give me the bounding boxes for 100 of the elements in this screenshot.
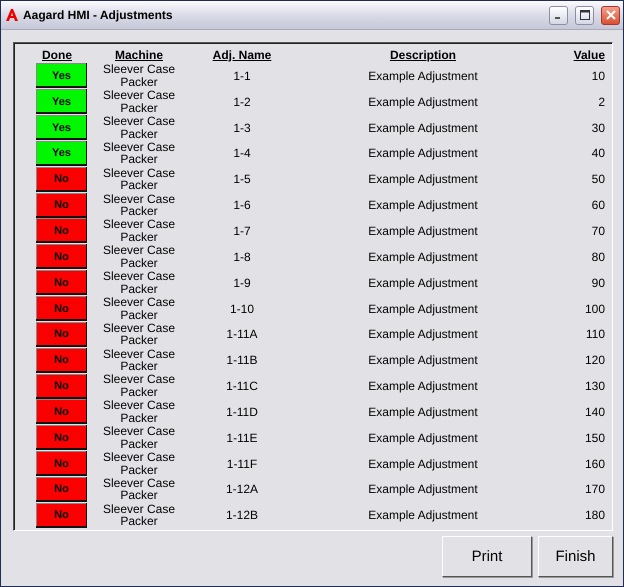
done-toggle-button[interactable]: No — [36, 374, 87, 399]
adj-name-cell-text: 1-11D — [225, 404, 259, 419]
done-toggle-button[interactable]: No — [36, 502, 87, 528]
value-cell-text: 70 — [590, 224, 606, 238]
done-toggle-button[interactable]: Yes — [36, 115, 87, 140]
machine-cell-text: Sleever Case Packer — [102, 115, 176, 140]
window-title: Aagard HMI - Adjustments — [23, 8, 174, 22]
done-toggle-button[interactable]: No — [36, 218, 87, 244]
machine-cell-text: Sleever Case Packer — [102, 399, 176, 424]
column-header: Machine — [114, 48, 164, 63]
adj-name-cell-text: 1-8 — [232, 250, 252, 264]
adj-name-cell-text: 1-2 — [232, 94, 252, 109]
adj-name-cell-text: 1-11A — [225, 327, 259, 342]
done-toggle-button[interactable]: No — [36, 399, 87, 424]
done-toggle-button[interactable]: No — [36, 166, 87, 192]
description-cell-text: Example Adjustment — [367, 146, 479, 160]
description-cell-text: Example Adjustment — [367, 430, 479, 445]
value-cell-text: 80 — [590, 250, 606, 264]
value-cell-text: 50 — [590, 172, 606, 186]
column-header: Description — [388, 48, 457, 63]
adj-name-cell-text: 1-11F — [226, 456, 258, 471]
adj-name-cell-text: 1-9 — [232, 276, 252, 290]
description-cell-text: Example Adjustment — [367, 379, 479, 394]
description-cell-text: Example Adjustment — [367, 94, 479, 109]
machine-cell-text: Sleever Case Packer — [102, 373, 176, 399]
description-cell-text: Example Adjustment — [367, 327, 479, 342]
machine-cell-text: Sleever Case Packer — [102, 502, 176, 528]
description-cell-text: Example Adjustment — [367, 482, 479, 496]
description-cell-text: Example Adjustment — [367, 276, 479, 290]
machine-cell-text: Sleever Case Packer — [102, 476, 176, 502]
maximize-button[interactable] — [575, 6, 594, 24]
value-cell-text: 30 — [590, 120, 606, 135]
done-toggle-button[interactable]: No — [36, 476, 87, 502]
description-cell-text: Example Adjustment — [367, 302, 479, 316]
value-cell-text: 40 — [590, 146, 606, 160]
logo-icon — [6, 9, 18, 21]
print-button[interactable]: Print — [442, 536, 532, 577]
value-cell-text: 60 — [590, 198, 606, 212]
done-toggle-button[interactable]: No — [36, 451, 87, 476]
adj-name-cell-text: 1-5 — [232, 172, 252, 186]
done-toggle-button[interactable]: Yes — [36, 89, 87, 114]
description-cell-text: Example Adjustment — [367, 250, 479, 264]
adj-name-cell-text: 1-11C — [225, 379, 259, 394]
column-header: Adj. Name — [212, 48, 272, 63]
done-toggle-button[interactable]: No — [36, 425, 87, 450]
value-cell-text: 10 — [590, 68, 606, 83]
machine-cell-text: Sleever Case Packer — [102, 244, 176, 270]
machine-cell-text: Sleever Case Packer — [102, 322, 176, 347]
done-toggle-button[interactable]: Yes — [36, 63, 87, 88]
maximize-icon — [580, 10, 590, 20]
adj-name-cell-text: 1-10 — [228, 302, 256, 316]
close-icon — [606, 10, 616, 20]
done-toggle-button[interactable]: Yes — [36, 140, 87, 166]
adj-name-cell-text: 1-3 — [232, 120, 252, 135]
value-cell-text: 140 — [584, 404, 606, 419]
done-toggle-button[interactable]: No — [36, 244, 87, 270]
done-toggle-button[interactable]: No — [36, 348, 87, 373]
description-cell-text: Example Adjustment — [367, 353, 479, 368]
adj-name-cell-text: 1-7 — [232, 224, 252, 238]
description-cell-text: Example Adjustment — [367, 508, 479, 522]
machine-cell-text: Sleever Case Packer — [102, 63, 176, 89]
value-cell-text: 160 — [584, 456, 606, 471]
done-toggle-button[interactable]: No — [36, 192, 87, 218]
description-cell-text: Example Adjustment — [367, 68, 479, 83]
machine-cell-text: Sleever Case Packer — [102, 348, 176, 373]
adj-name-cell-text: 1-1 — [232, 68, 252, 83]
machine-cell-text: Sleever Case Packer — [102, 218, 176, 244]
description-cell-text: Example Adjustment — [367, 120, 479, 135]
machine-cell-text: Sleever Case Packer — [102, 425, 176, 450]
value-cell-text: 130 — [584, 379, 606, 394]
description-cell-text: Example Adjustment — [367, 172, 479, 186]
value-cell-text: 2 — [597, 94, 606, 109]
adj-name-cell-text: 1-11E — [225, 430, 259, 445]
value-cell-text: 180 — [584, 508, 606, 522]
value-cell-text: 100 — [584, 302, 606, 316]
machine-cell-text: Sleever Case Packer — [102, 89, 176, 114]
adj-name-cell-text: 1-12A — [224, 482, 260, 496]
machine-cell-text: Sleever Case Packer — [102, 166, 176, 192]
value-cell-text: 90 — [590, 276, 606, 290]
done-toggle-button[interactable]: No — [36, 322, 87, 347]
description-cell-text: Example Adjustment — [367, 198, 479, 212]
machine-cell-text: Sleever Case Packer — [102, 270, 176, 296]
minimize-button[interactable] — [549, 6, 568, 24]
finish-button[interactable]: Finish — [538, 536, 613, 577]
value-cell-text: 170 — [584, 482, 606, 496]
machine-cell-text: Sleever Case Packer — [102, 296, 176, 322]
adj-name-cell-text: 1-6 — [232, 198, 252, 212]
description-cell-text: Example Adjustment — [367, 224, 479, 238]
adj-name-cell-text: 1-4 — [232, 146, 252, 160]
description-cell-text: Example Adjustment — [367, 404, 479, 419]
value-cell-text: 110 — [584, 327, 606, 342]
column-header: Done — [41, 48, 73, 63]
machine-cell-text: Sleever Case Packer — [102, 450, 176, 476]
machine-cell-text: Sleever Case Packer — [102, 192, 176, 218]
close-button[interactable] — [601, 6, 620, 24]
value-cell-text: 150 — [584, 430, 606, 445]
done-toggle-button[interactable]: No — [36, 296, 87, 322]
done-toggle-button[interactable]: No — [36, 270, 87, 296]
description-cell-text: Example Adjustment — [367, 456, 479, 471]
adj-name-cell-text: 1-12B — [224, 508, 260, 522]
